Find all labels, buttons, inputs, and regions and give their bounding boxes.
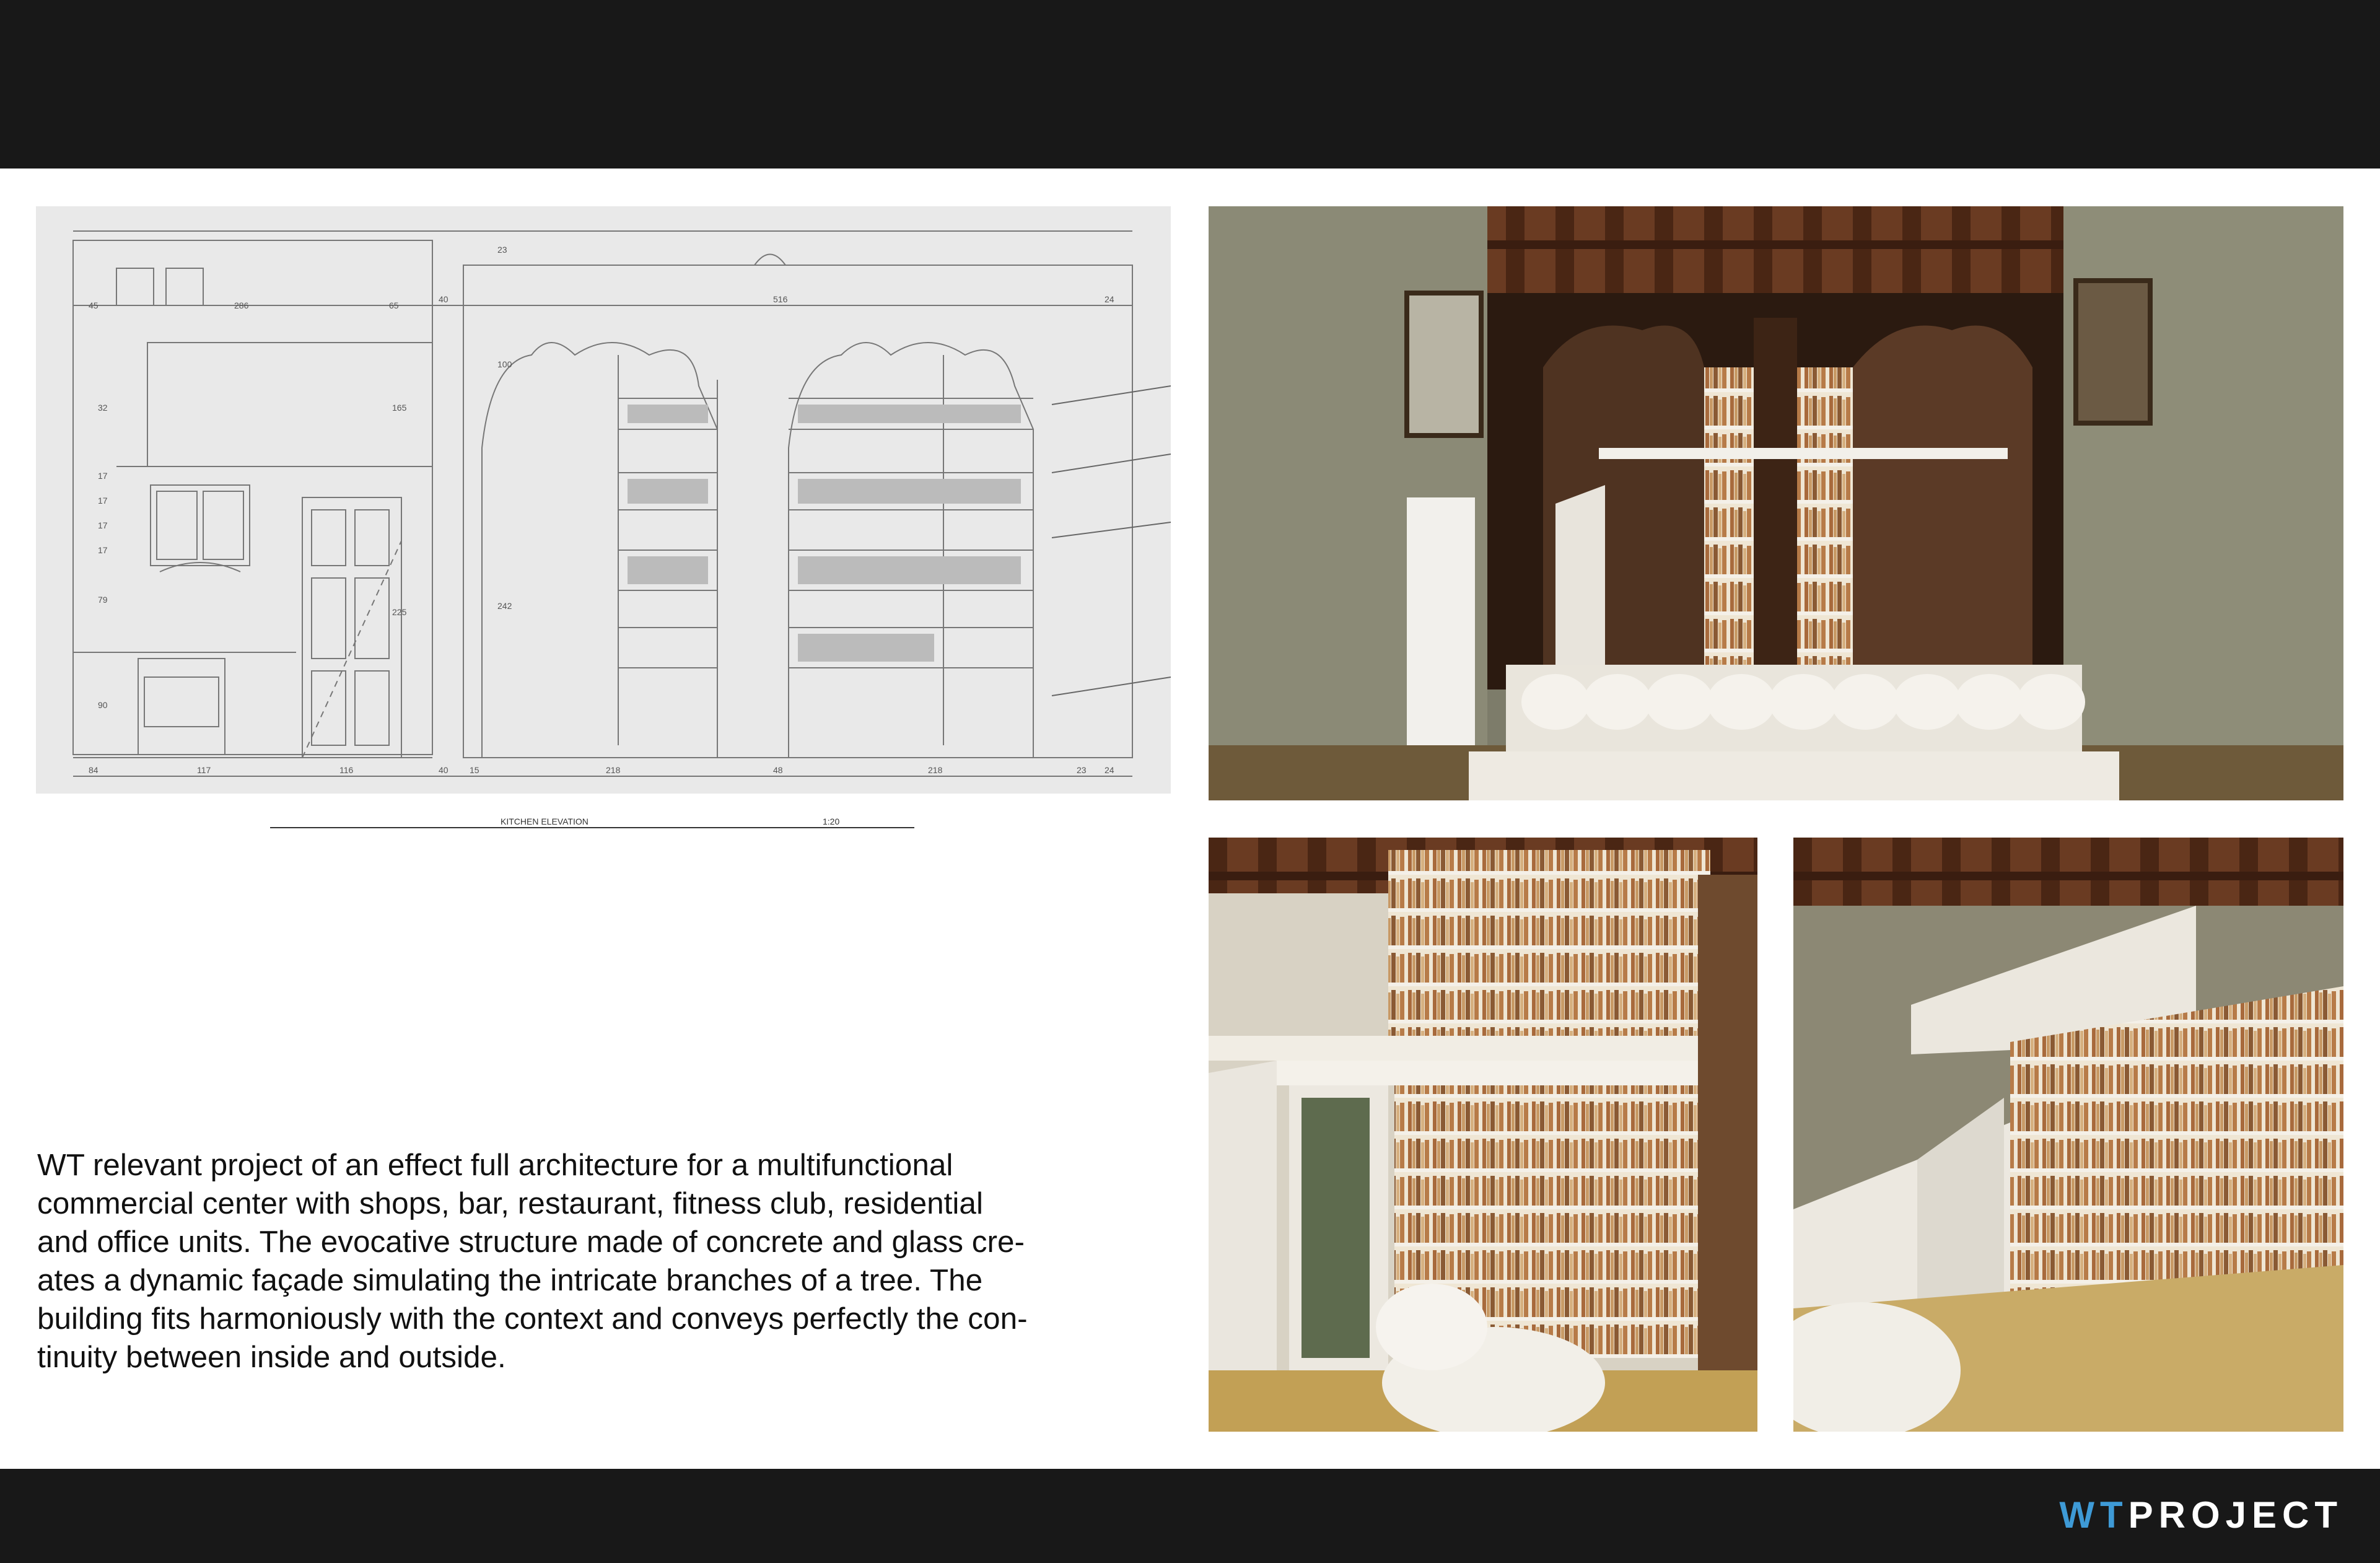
dim-label: 40 xyxy=(439,294,448,304)
wtproject-logo: WTPROJECT xyxy=(2059,1497,2343,1534)
description-line: tinuity between inside and outside. xyxy=(37,1340,506,1374)
logo-wt: WT xyxy=(2059,1494,2128,1536)
project-description: WT relevant project of an effect full ar… xyxy=(37,1146,1103,1377)
dim-label: 17 xyxy=(98,545,108,555)
description-line: building fits harmoniously with the cont… xyxy=(37,1302,1028,1336)
top-band xyxy=(0,0,2380,169)
logo-project: PROJECT xyxy=(2128,1494,2343,1536)
dim-label: 100 xyxy=(497,359,512,369)
dim-label: 242 xyxy=(497,601,512,611)
bottom-band xyxy=(0,1469,2380,1563)
description-line: and office units. The evocative structur… xyxy=(37,1225,1025,1259)
library-render-main xyxy=(1209,206,2343,800)
description-line: ates a dynamic façade simulating the int… xyxy=(37,1263,983,1297)
description-line: commercial center with shops, bar, resta… xyxy=(37,1186,983,1220)
dim-label: 48 xyxy=(773,765,783,775)
dim-label: 218 xyxy=(606,765,621,775)
dim-label: 65 xyxy=(389,300,399,310)
dim-label: 23 xyxy=(1077,765,1087,775)
dim-label: 165 xyxy=(392,403,407,413)
dim-label: 84 xyxy=(89,765,98,775)
caption-line xyxy=(270,827,914,828)
dim-label: 286 xyxy=(234,300,249,310)
dim-label: 90 xyxy=(98,700,108,710)
drawing-caption-scale: 1:20 xyxy=(823,817,840,826)
library-render-left xyxy=(1209,838,1757,1432)
dim-label: 15 xyxy=(470,765,479,775)
library-render-right xyxy=(1793,838,2343,1432)
dim-label: 24 xyxy=(1105,294,1114,304)
dim-label: 516 xyxy=(773,294,788,304)
dim-label: 40 xyxy=(439,765,448,775)
dim-label: 17 xyxy=(98,496,108,506)
dim-label: 32 xyxy=(98,403,108,413)
dim-label: 218 xyxy=(928,765,943,775)
dim-label: 23 xyxy=(497,245,507,255)
dim-label: 116 xyxy=(339,765,354,775)
dim-label: 45 xyxy=(89,300,98,310)
dim-label: 79 xyxy=(98,595,108,605)
dim-label: 17 xyxy=(98,520,108,530)
kitchen-elevation-drawing: 40 516 24 117 116 40 15 218 48 218 23 24… xyxy=(36,206,1171,794)
drawing-caption-title: KITCHEN ELEVATION xyxy=(501,817,588,826)
dim-label: 225 xyxy=(392,607,407,617)
description-line: WT relevant project of an effect full ar… xyxy=(37,1148,953,1182)
dim-label: 17 xyxy=(98,471,108,481)
dim-label: 24 xyxy=(1105,765,1114,775)
dim-label: 117 xyxy=(197,765,211,775)
